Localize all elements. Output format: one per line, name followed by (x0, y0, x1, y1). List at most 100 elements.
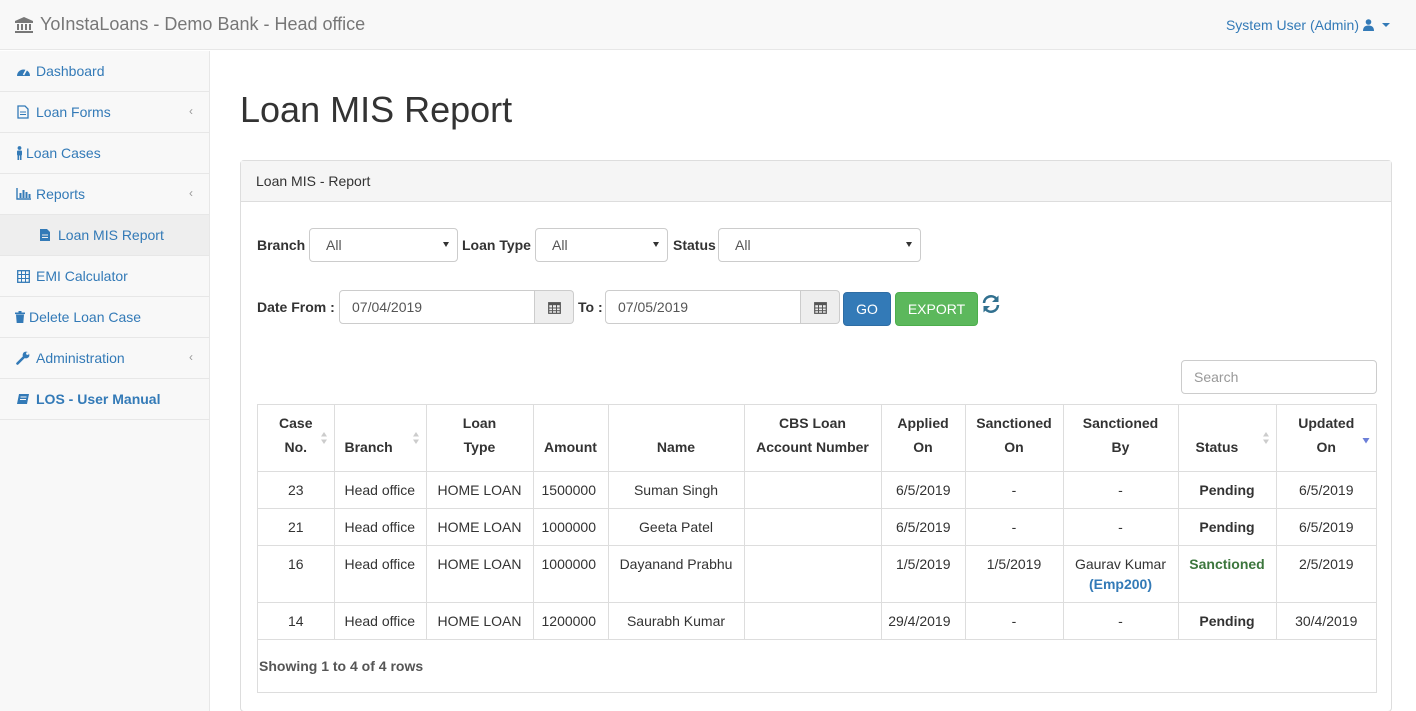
sidebar-item-label: Administration (36, 350, 125, 366)
column-status[interactable]: Status (1178, 405, 1277, 472)
table-row[interactable]: 14 Head office HOME LOAN 1200000 Saurabh… (258, 602, 1376, 640)
report-panel: Loan MIS - Report Branch All Loan Type A… (240, 160, 1392, 711)
chevron-left-icon: ‹ (189, 104, 193, 118)
cell-name: Suman Singh (608, 471, 745, 509)
cell-updated-on: 6/5/2019 (1276, 508, 1376, 546)
cell-loan-type: HOME LOAN (426, 602, 534, 640)
cell-updated-on: 30/4/2019 (1276, 602, 1376, 640)
dashboard-icon (15, 63, 31, 79)
date-from-label: Date From : (257, 299, 335, 315)
status-select-value: All (735, 237, 751, 253)
cell-branch: Head office (334, 545, 427, 603)
cell-sanctioned-by: Gaurav Kumar (Emp200) (1063, 545, 1179, 603)
date-from-calendar-button[interactable] (535, 290, 574, 324)
cell-loan-type: HOME LOAN (426, 471, 534, 509)
sidebar-item-label: Delete Loan Case (29, 309, 142, 325)
header-line2: Status (1195, 438, 1239, 455)
chevron-left-icon: ‹ (189, 350, 193, 364)
header-line2: Amount (544, 438, 597, 455)
cell-branch: Head office (334, 471, 427, 509)
cell-name: Saurabh Kumar (608, 602, 745, 640)
cell-sanctioned-by: - (1063, 602, 1179, 640)
wrench-icon (15, 350, 31, 366)
cell-applied-on: 6/5/2019 (881, 508, 966, 546)
person-icon (15, 145, 23, 161)
cell-sanctioned-on: 1/5/2019 (965, 545, 1064, 603)
sidebar-item-administration[interactable]: Administration ‹ (0, 338, 209, 379)
table-row[interactable]: 16 Head office HOME LOAN 1000000 Dayanan… (258, 545, 1376, 603)
employee-id-link[interactable]: (Emp200) (1089, 576, 1152, 592)
brand-title: YoInstaLoans - Demo Bank - Head office (40, 14, 366, 34)
sidebar-item-label: Loan Forms (36, 104, 111, 120)
calendar-icon (813, 301, 827, 314)
header-line2: On (1004, 438, 1024, 455)
cell-case-no: 21 (258, 508, 335, 546)
pagination-info: Showing 1 to 4 of 4 rows (259, 658, 424, 674)
cell-amount: 1000000 (533, 545, 609, 603)
sidebar-item-label: LOS - User Manual (36, 391, 161, 407)
sidebar: Dashboard Loan Forms ‹ Loan Cases Report… (0, 51, 210, 711)
sidebar-item-loan-cases[interactable]: Loan Cases (0, 133, 209, 174)
cell-sanctioned-on: - (965, 471, 1064, 509)
table-row[interactable]: 23 Head office HOME LOAN 1500000 Suman S… (258, 471, 1376, 509)
cell-name: Dayanand Prabhu (608, 545, 745, 603)
export-button[interactable]: EXPORT (895, 292, 978, 326)
cell-branch: Head office (334, 602, 427, 640)
column-cbs-account: CBS Loan Account Number (744, 405, 882, 472)
header-line2: Type (463, 438, 496, 455)
sidebar-item-loan-forms[interactable]: Loan Forms ‹ (0, 92, 209, 133)
loan-type-select[interactable]: All (535, 228, 668, 262)
sidebar-item-loan-mis-report[interactable]: Loan MIS Report (0, 215, 209, 256)
trash-icon (15, 309, 25, 325)
caret-down-icon (1382, 23, 1390, 27)
brand[interactable]: YoInstaLoans - Demo Bank - Head office (14, 14, 365, 35)
date-to-label: To : (578, 299, 603, 315)
cell-updated-on: 2/5/2019 (1276, 545, 1376, 603)
sidebar-item-user-manual[interactable]: LOS - User Manual (0, 379, 209, 420)
cell-updated-on: 6/5/2019 (1276, 471, 1376, 509)
sanctioned-by-name: - (1118, 481, 1123, 498)
date-to-calendar-button[interactable] (801, 290, 840, 324)
search-input[interactable]: Search (1181, 360, 1377, 394)
cell-amount: 1200000 (533, 602, 609, 640)
cell-applied-on: 29/4/2019 (881, 602, 966, 640)
caret-down-icon (906, 242, 912, 247)
cell-status: Pending (1178, 602, 1277, 640)
refresh-icon[interactable] (981, 294, 1001, 317)
bar-chart-icon (15, 186, 31, 202)
go-button[interactable]: GO (843, 292, 891, 326)
column-name: Name (608, 405, 745, 472)
cell-status: Pending (1178, 471, 1277, 509)
cell-case-no: 23 (258, 471, 335, 509)
cell-sanctioned-by: - (1063, 508, 1179, 546)
sidebar-item-reports[interactable]: Reports ‹ (0, 174, 209, 215)
header-line1: Loan (462, 414, 497, 431)
column-case-no[interactable]: Case No. (258, 405, 335, 472)
branch-select[interactable]: All (309, 228, 458, 262)
user-icon (1363, 19, 1374, 31)
status-select[interactable]: All (718, 228, 921, 262)
header-line2: Branch (344, 438, 393, 455)
branch-label: Branch (257, 237, 306, 253)
cell-cbs (744, 508, 882, 546)
header-line2: No. (284, 438, 308, 455)
sidebar-item-label: Reports (36, 186, 86, 202)
column-sanctioned-on: Sanctioned On (965, 405, 1064, 472)
sidebar-item-delete-loan-case[interactable]: Delete Loan Case (0, 297, 209, 338)
date-from-input[interactable]: 07/04/2019 (339, 290, 535, 324)
calculator-icon (15, 268, 31, 284)
column-applied-on: Applied On (881, 405, 966, 472)
column-branch[interactable]: Branch (334, 405, 427, 472)
cell-name: Geeta Patel (608, 508, 745, 546)
column-updated-on[interactable]: Updated On (1276, 405, 1376, 472)
cell-amount: 1500000 (533, 471, 609, 509)
bank-icon (15, 16, 33, 33)
user-menu[interactable]: System User (Admin) (1226, 17, 1392, 33)
table-row[interactable]: 21 Head office HOME LOAN 1000000 Geeta P… (258, 508, 1376, 546)
report-table: Case No. Branch Loan Type Amount Name CB… (257, 404, 1377, 693)
cell-case-no: 14 (258, 602, 335, 640)
sidebar-item-emi-calculator[interactable]: EMI Calculator (0, 256, 209, 297)
sidebar-item-dashboard[interactable]: Dashboard (0, 51, 209, 92)
date-to-input[interactable]: 07/05/2019 (605, 290, 801, 324)
branch-select-value: All (326, 237, 342, 253)
